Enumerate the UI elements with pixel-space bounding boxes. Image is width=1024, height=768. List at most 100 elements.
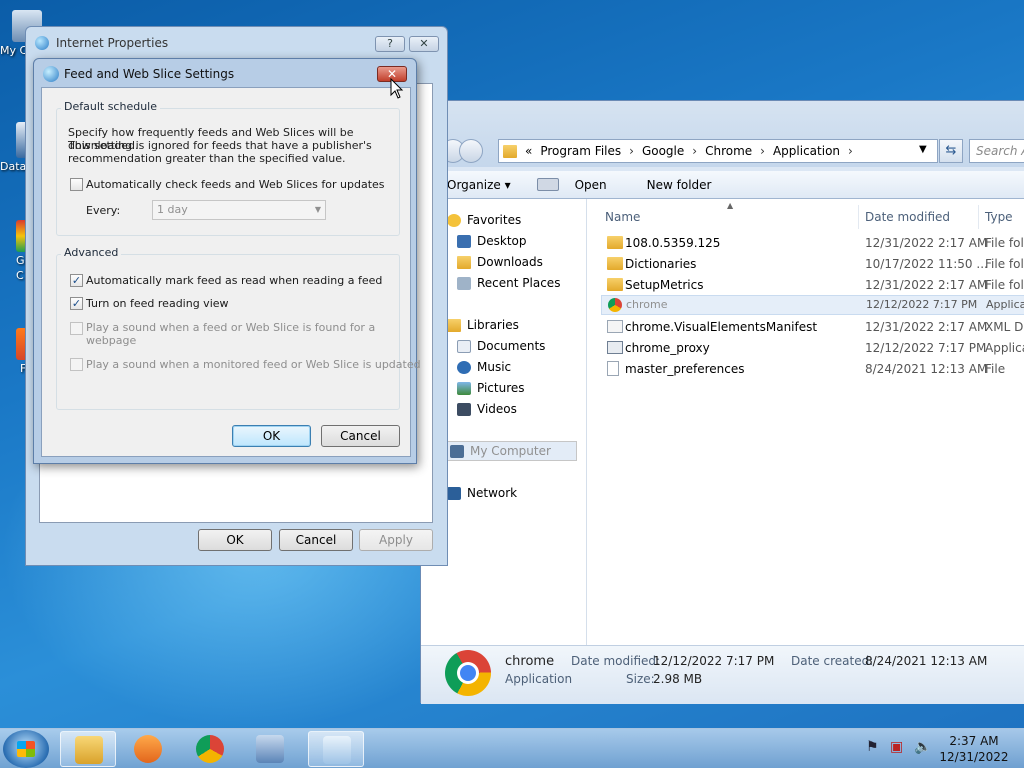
- open-button[interactable]: Open: [521, 178, 627, 192]
- chevron-right-icon[interactable]: ›: [692, 144, 697, 158]
- recent-places-icon: [457, 276, 471, 290]
- mouse-cursor-icon: [390, 78, 404, 99]
- nav-my-computer[interactable]: My Computer: [441, 441, 577, 461]
- dialog-body: Default schedule Specify how frequently …: [41, 87, 421, 457]
- chrome-icon: [608, 298, 622, 312]
- control-panel-icon: [256, 735, 284, 763]
- every-dropdown[interactable]: 1 day ▼: [152, 200, 326, 220]
- reading-view-checkbox[interactable]: ✓: [70, 297, 83, 310]
- details-date-created-label: Date created:: [791, 654, 874, 668]
- taskbar-explorer[interactable]: [60, 731, 116, 767]
- folder-icon: [75, 736, 103, 764]
- file-type: Applica: [985, 340, 1024, 355]
- sound-updated-label[interactable]: Play a sound when a monitored feed or We…: [86, 358, 421, 371]
- refresh-icon[interactable]: ⇆: [939, 139, 963, 163]
- feed-settings-dialog: Feed and Web Slice Settings ✕ Default sc…: [33, 58, 421, 464]
- nav-favorites[interactable]: Favorites: [447, 210, 521, 230]
- breadcrumb-chrome[interactable]: Chrome: [705, 144, 752, 158]
- breadcrumb-application[interactable]: Application: [773, 144, 840, 158]
- nav-documents[interactable]: Documents: [457, 336, 545, 356]
- details-type: Application: [505, 672, 573, 686]
- column-name[interactable]: Name: [587, 205, 859, 229]
- feed-settings-icon: [43, 66, 59, 82]
- breadcrumb-program-files[interactable]: Program Files: [540, 144, 621, 158]
- ok-button[interactable]: OK: [232, 425, 311, 447]
- mark-read-label[interactable]: Automatically mark feed as read when rea…: [86, 274, 382, 287]
- details-date-modified: 12/12/2022 7:17 PM: [653, 654, 775, 668]
- file-type: Applica: [986, 298, 1024, 311]
- sound-found-checkbox[interactable]: [70, 322, 83, 335]
- clock[interactable]: 2:37 AM 12/31/2022: [936, 733, 1012, 765]
- chevron-right-icon[interactable]: ›: [760, 144, 765, 158]
- mark-read-checkbox[interactable]: ✓: [70, 274, 83, 287]
- sound-updated-checkbox[interactable]: [70, 358, 83, 371]
- forward-button[interactable]: [459, 139, 483, 163]
- network-icon[interactable]: ▣: [890, 739, 903, 755]
- new-folder-button[interactable]: New folder: [627, 178, 722, 192]
- volume-icon[interactable]: 🔈: [914, 739, 931, 755]
- start-button[interactable]: [3, 730, 49, 768]
- auto-check-checkbox[interactable]: [70, 178, 83, 191]
- file-row[interactable]: 108.0.5359.125 12/31/2022 2:17 AM File f…: [601, 232, 1024, 253]
- apply-button[interactable]: Apply: [359, 529, 433, 551]
- taskbar-control-panel[interactable]: [242, 731, 298, 767]
- nav-videos[interactable]: Videos: [457, 399, 517, 419]
- cancel-button[interactable]: Cancel: [279, 529, 353, 551]
- chrome-large-icon: [445, 650, 491, 696]
- close-button[interactable]: ✕: [409, 36, 439, 52]
- nav-label: Videos: [477, 402, 517, 416]
- column-type[interactable]: Type: [979, 205, 1024, 229]
- file-row-selected[interactable]: chrome 12/12/2022 7:17 PM Applica: [601, 295, 1024, 315]
- sound-found-label[interactable]: Play a sound when a feed or Web Slice is…: [86, 321, 375, 334]
- media-player-icon: [134, 735, 162, 763]
- file-name: master_preferences: [625, 361, 745, 376]
- address-dropdown-icon[interactable]: ▼: [919, 144, 927, 155]
- nav-network[interactable]: Network: [447, 483, 517, 503]
- file-row[interactable]: SetupMetrics 12/31/2022 2:17 AM File fol…: [601, 274, 1024, 295]
- nav-music[interactable]: Music: [457, 357, 511, 377]
- nav-desktop[interactable]: Desktop: [457, 231, 527, 251]
- chevron-right-icon[interactable]: ›: [629, 144, 634, 158]
- action-center-icon[interactable]: ⚑: [866, 739, 879, 755]
- taskbar-internet-options[interactable]: [308, 731, 364, 767]
- details-pane: chrome Application Date modified: 12/12/…: [421, 645, 1024, 704]
- command-bar: Organize ▾ Open New folder: [421, 171, 1024, 199]
- nav-downloads[interactable]: Downloads: [457, 252, 543, 272]
- dialog-title: Feed and Web Slice Settings: [64, 67, 235, 81]
- sound-found-label-cont[interactable]: webpage: [86, 334, 136, 347]
- schedule-description-line: This setting is ignored for feeds that h…: [68, 139, 372, 152]
- ok-button[interactable]: OK: [198, 529, 272, 551]
- application-icon: [607, 341, 623, 354]
- column-date-modified[interactable]: Date modified: [859, 205, 979, 229]
- details-date-created: 8/24/2021 12:13 AM: [865, 654, 988, 668]
- help-button[interactable]: ?: [375, 36, 405, 52]
- taskbar: ⚑ ▣ 🔈 2:37 AM 12/31/2022: [0, 728, 1024, 768]
- file-row[interactable]: chrome.VisualElementsManifest 12/31/2022…: [601, 316, 1024, 337]
- file-row[interactable]: Dictionaries 10/17/2022 11:50 ... File f…: [601, 253, 1024, 274]
- nav-libraries[interactable]: Libraries: [447, 315, 519, 335]
- chevron-right-icon[interactable]: ›: [848, 144, 853, 158]
- nav-pictures[interactable]: Pictures: [457, 378, 525, 398]
- nav-label: Favorites: [467, 213, 522, 227]
- reading-view-label[interactable]: Turn on feed reading view: [86, 297, 229, 310]
- cancel-button[interactable]: Cancel: [321, 425, 400, 447]
- nav-label: Libraries: [467, 318, 519, 332]
- nav-label: Downloads: [477, 255, 543, 269]
- file-icon: [607, 361, 619, 376]
- breadcrumb-google[interactable]: Google: [642, 144, 684, 158]
- breadcrumb-overflow[interactable]: «: [525, 144, 532, 158]
- taskbar-chrome[interactable]: [182, 731, 238, 767]
- auto-check-label[interactable]: Automatically check feeds and Web Slices…: [86, 178, 385, 191]
- folder-icon: [607, 278, 623, 291]
- taskbar-media-player[interactable]: [120, 731, 176, 767]
- nav-recent-places[interactable]: Recent Places: [457, 273, 560, 293]
- videos-icon: [457, 402, 471, 416]
- file-row[interactable]: master_preferences 8/24/2021 12:13 AM Fi…: [601, 358, 1024, 379]
- address-bar[interactable]: « Program Files › Google › Chrome › Appl…: [498, 139, 938, 163]
- file-type: File fold: [985, 277, 1024, 292]
- pictures-icon: [457, 381, 471, 395]
- sort-up-icon: ▲: [727, 201, 734, 210]
- file-row[interactable]: chrome_proxy 12/12/2022 7:17 PM Applica: [601, 337, 1024, 358]
- documents-icon: [457, 339, 471, 353]
- search-input[interactable]: Search Ap: [969, 139, 1024, 163]
